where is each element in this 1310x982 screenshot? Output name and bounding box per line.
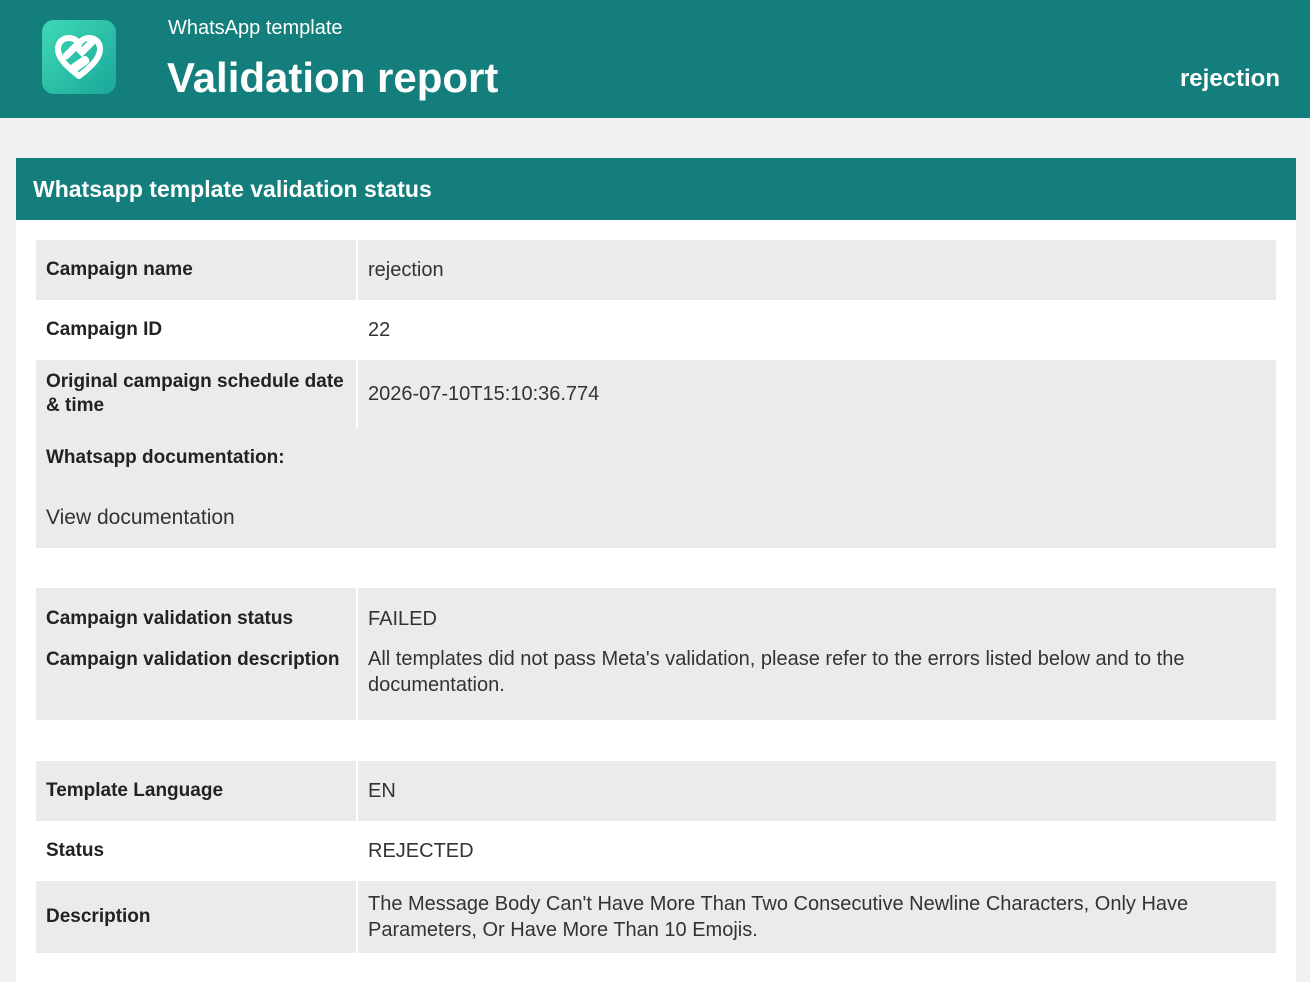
docs-label: Whatsapp documentation: <box>36 428 1276 488</box>
validation-panel: Whatsapp template validation status Camp… <box>16 158 1296 982</box>
page-title: Validation report <box>167 54 499 101</box>
table-row: Campaign validation description All temp… <box>36 644 1276 720</box>
campaign-name-label: Campaign name <box>36 240 358 300</box>
panel-title: Whatsapp template validation status <box>16 158 1296 220</box>
header-subtitle: WhatsApp template <box>168 17 343 39</box>
campaign-validation-table: Campaign validation status FAILED Campai… <box>36 588 1276 720</box>
schedule-label: Original campaign schedule date & time <box>36 360 358 428</box>
template-language-value: EN <box>357 761 1276 821</box>
campaign-info-table: Campaign name rejection Campaign ID 22 O… <box>36 240 1276 548</box>
template-status-label: Status <box>36 821 358 881</box>
validation-status-value: FAILED <box>357 588 1276 644</box>
table-row: Description The Message Body Can't Have … <box>36 881 1276 953</box>
template-description-value: The Message Body Can't Have More Than Tw… <box>357 881 1276 953</box>
view-documentation-link[interactable]: View documentation <box>46 506 235 529</box>
table-row: Campaign validation status FAILED <box>36 588 1276 644</box>
campaign-id-value: 22 <box>357 300 1276 360</box>
app-logo <box>42 20 116 94</box>
validation-description-label: Campaign validation description <box>36 644 358 720</box>
template-validation-table: Template Language EN Status REJECTED Des… <box>36 761 1276 953</box>
table-row: Campaign name rejection <box>36 240 1276 300</box>
table-row: Template Language EN <box>36 761 1276 821</box>
table-row: View documentation <box>36 488 1276 548</box>
table-row: Original campaign schedule date & time 2… <box>36 360 1276 428</box>
campaign-name-tag: rejection <box>1179 65 1280 92</box>
schedule-value: 2026-07-10T15:10:36.774 <box>357 360 1276 428</box>
table-row: Status REJECTED <box>36 821 1276 881</box>
template-description-label: Description <box>36 881 358 953</box>
template-language-label: Template Language <box>36 761 358 821</box>
whatsapp-phone-heart-icon <box>55 35 103 79</box>
campaign-id-label: Campaign ID <box>36 300 358 360</box>
validation-description-value: All templates did not pass Meta's valida… <box>357 644 1276 720</box>
campaign-name-value: rejection <box>357 240 1276 300</box>
template-status-value: REJECTED <box>357 821 1276 881</box>
table-row: Whatsapp documentation: <box>36 428 1276 488</box>
table-row: Campaign ID 22 <box>36 300 1276 360</box>
validation-status-label: Campaign validation status <box>36 588 358 644</box>
app-header: WhatsApp template Validation report reje… <box>0 0 1310 118</box>
